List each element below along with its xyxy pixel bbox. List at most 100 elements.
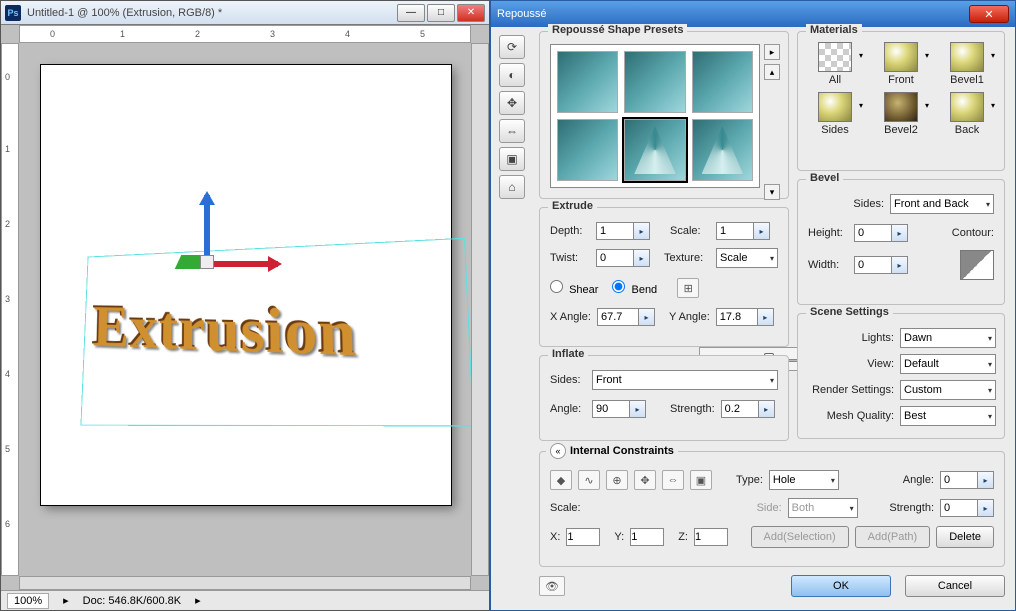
twist-spinner-icon[interactable]: ▸ [634,249,650,267]
3d-axis-gizmo[interactable] [126,125,246,245]
ok-button[interactable]: OK [791,575,891,597]
preset-cube-1[interactable] [557,51,618,113]
x-angle-spinner-icon[interactable]: ▸ [639,308,655,326]
material-sides-swatch[interactable]: ▾ [818,92,852,122]
scrollbar-horizontal[interactable] [19,576,471,590]
material-bevel2-swatch[interactable]: ▾ [884,92,918,122]
constraint-tool-5-icon[interactable]: ⇔ [662,470,684,490]
render-select[interactable]: Custom▾ [900,380,996,400]
internal-label: Internal Constraints [570,445,674,457]
material-front-swatch[interactable]: ▾ [884,42,918,72]
lights-select[interactable]: Dawn▾ [900,328,996,348]
x-angle-input[interactable] [597,308,639,326]
preset-grid [550,44,760,188]
preset-cube-2[interactable] [624,51,685,113]
scale-tool-icon[interactable]: ▣ [499,147,525,171]
material-back-swatch[interactable]: ▾ [950,92,984,122]
tool-column: ⟳ ◐ ✥ ⇔ ▣ ⌂ [497,31,533,203]
move-tool-icon[interactable]: ⇔ [499,119,525,143]
canvas-viewport[interactable]: Extrusion [19,43,471,576]
preset-cone-selected[interactable] [624,119,685,181]
doc-info-arrow-icon[interactable]: ▸ [195,594,201,607]
canvas[interactable]: Extrusion [41,65,451,505]
constraint-x-input[interactable] [566,528,600,546]
constraint-type-select[interactable]: Hole▾ [769,470,839,490]
cancel-button[interactable]: Cancel [905,575,1005,597]
view-select[interactable]: Default▾ [900,354,996,374]
scale-spinner-icon[interactable]: ▸ [754,222,770,240]
y-angle-input[interactable] [716,308,758,326]
constraint-tool-4-icon[interactable]: ✥ [634,470,656,490]
contour-picker[interactable] [960,250,994,280]
y-angle-spinner-icon[interactable]: ▸ [758,308,774,326]
constraint-angle-spinner-icon[interactable]: ▸ [978,471,994,489]
axis-x-arrow-icon[interactable] [208,261,278,267]
dialog-title: Repoussé [497,8,969,20]
bevel-height-input[interactable] [854,224,892,242]
scene-settings-group: Scene Settings Lights:Dawn▾ View:Default… [797,313,1005,439]
shear-radio[interactable]: Shear [550,280,598,296]
inflate-strength-input[interactable] [721,400,759,418]
scene-label: Scene Settings [806,306,893,318]
inflate-angle-spinner-icon[interactable]: ▸ [630,400,646,418]
extrusion-3d-text[interactable]: Extrusion [92,294,358,372]
constraint-strength-input[interactable] [940,499,978,517]
constraint-strength-spinner-icon[interactable]: ▸ [978,499,994,517]
close-button[interactable]: ✕ [457,4,485,22]
constraint-angle-input[interactable] [940,471,978,489]
ruler-vertical[interactable]: 0 1 2 3 4 5 6 [1,43,19,576]
constraint-side-select: Both▾ [788,498,858,518]
status-bar: 100% ▸ Doc: 546.8K/600.8K ▸ [1,590,489,610]
zoom-field[interactable]: 100% [7,593,49,609]
dialog-close-button[interactable]: ✕ [969,5,1009,23]
bend-radio[interactable]: Bend [612,280,657,296]
constraint-z-input[interactable] [694,528,728,546]
axis-origin-cube-icon[interactable] [200,255,214,269]
preset-cube-bevel[interactable] [692,51,753,113]
ruler-horizontal[interactable]: 0 1 2 3 4 5 [19,25,471,43]
constraint-tool-6-icon[interactable]: ▣ [690,470,712,490]
bend-origin-grid-icon[interactable]: ⊞ [677,278,699,298]
home-tool-icon[interactable]: ⌂ [499,175,525,199]
inflate-sides-select[interactable]: Front▾ [592,370,778,390]
extrude-group: Extrude Depth: ▸ Scale: ▸ Twist: ▸ Textu… [539,207,789,347]
preset-cube-inflate[interactable] [557,119,618,181]
orbit-tool-icon[interactable]: ◐ [499,63,525,87]
preset-flyout-icon[interactable]: ▸ [764,44,780,60]
constraint-tool-3-icon[interactable]: ⊕ [606,470,628,490]
delete-button[interactable]: Delete [936,526,994,548]
pan-tool-icon[interactable]: ✥ [499,91,525,115]
inflate-angle-input[interactable] [592,400,630,418]
preset-scroll-up-icon[interactable]: ▴ [764,64,780,80]
twist-input[interactable] [596,249,634,267]
zoom-arrow-icon[interactable]: ▸ [63,594,69,607]
constraint-tool-2-icon[interactable]: ∿ [578,470,600,490]
scale-input[interactable] [716,222,754,240]
depth-input[interactable] [596,222,634,240]
bevel-sides-select[interactable]: Front and Back▾ [890,194,994,214]
bevel-height-spinner-icon[interactable]: ▸ [892,224,908,242]
preset-cone-2[interactable] [692,119,753,181]
bevel-width-spinner-icon[interactable]: ▸ [892,256,908,274]
constraint-tool-1-icon[interactable]: ◆ [550,470,572,490]
extrude-label: Extrude [548,200,597,212]
minimize-button[interactable]: — [397,4,425,22]
maximize-button[interactable]: □ [427,4,455,22]
texture-select[interactable]: Scale▾ [716,248,778,268]
collapse-toggle-icon[interactable]: « [550,443,566,459]
internal-constraints-group: « Internal Constraints ◆ ∿ ⊕ ✥ ⇔ ▣ Type:… [539,451,1005,567]
preset-scroll-down-icon[interactable]: ▾ [764,184,780,200]
scrollbar-vertical[interactable] [471,43,489,576]
depth-spinner-icon[interactable]: ▸ [634,222,650,240]
mesh-select[interactable]: Best▾ [900,406,996,426]
preview-toggle-icon[interactable]: 👁 [539,576,565,596]
material-bevel1-swatch[interactable]: ▾ [950,42,984,72]
photoshop-document-window: Ps Untitled-1 @ 100% (Extrusion, RGB/8) … [0,0,490,611]
material-all-swatch[interactable]: ▾ [818,42,852,72]
materials-group: Materials ▾All ▾Front ▾Bevel1 ▾Sides ▾Be… [797,31,1005,171]
bevel-width-input[interactable] [854,256,892,274]
ps-titlebar: Ps Untitled-1 @ 100% (Extrusion, RGB/8) … [1,1,489,25]
rotate-tool-icon[interactable]: ⟳ [499,35,525,59]
inflate-strength-spinner-icon[interactable]: ▸ [759,400,775,418]
constraint-y-input[interactable] [630,528,664,546]
